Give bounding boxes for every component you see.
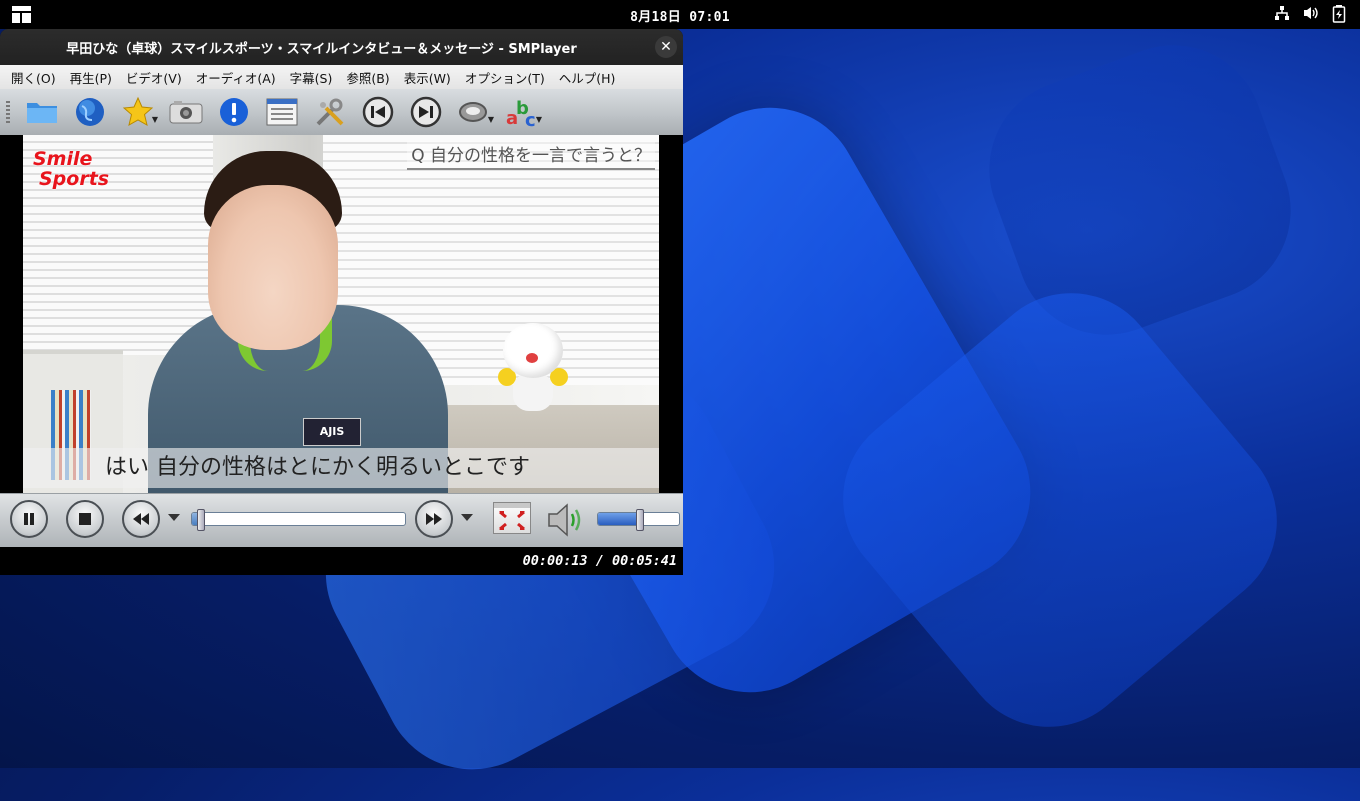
screenshot-icon — [169, 101, 203, 124]
forward-menu-chevron-icon[interactable] — [461, 514, 473, 521]
playlist-button[interactable] — [258, 92, 306, 132]
pause-button[interactable] — [10, 500, 48, 538]
fullscreen-button[interactable] — [493, 502, 531, 534]
control-bar — [0, 493, 683, 548]
seek-bar[interactable] — [191, 509, 406, 531]
open-url-button[interactable] — [66, 92, 114, 132]
fullscreen-icon — [494, 503, 530, 531]
favorites-button[interactable]: ▼ — [114, 92, 162, 132]
menu-browse[interactable]: 参照(B) — [339, 68, 396, 87]
clock[interactable]: 8月18日 07:01 — [0, 6, 1360, 25]
speaker-icon — [548, 503, 581, 537]
rewind-icon — [133, 513, 149, 525]
time-display: 00:00:13 / 00:05:41 — [522, 553, 677, 569]
subtitle-track-button[interactable]: abc ▼ — [498, 92, 546, 132]
subtitle-text: はい 自分の性格はとにかく明るいとこです — [23, 448, 659, 488]
menu-help[interactable]: ヘルプ(H) — [552, 68, 623, 87]
video-area[interactable]: AJIS Smile Sports Q 自分の性格を一言で言うと？ はい 自分の… — [0, 135, 683, 493]
next-button[interactable] — [402, 92, 450, 132]
wallpaper-shape — [963, 19, 1317, 361]
top-panel: 8月18日 07:01 — [0, 0, 1360, 29]
menu-audio[interactable]: オーディオ(A) — [189, 68, 283, 87]
screenshot-button[interactable] — [162, 92, 210, 132]
favorites-icon — [122, 96, 154, 126]
volume-slider[interactable] — [597, 509, 680, 531]
system-tray — [1274, 5, 1346, 23]
info-icon — [220, 98, 248, 126]
menu-open[interactable]: 開く(O) — [4, 68, 63, 87]
smplayer-window: 早田ひな（卓球）スマイルスポーツ・スマイルインタビュー＆メッセージ - SMPl… — [0, 29, 683, 575]
stop-button[interactable] — [66, 500, 104, 538]
title-bar[interactable]: 早田ひな（卓球）スマイルスポーツ・スマイルインタビュー＆メッセージ - SMPl… — [0, 29, 683, 65]
open-folder-button[interactable] — [18, 92, 66, 132]
mascot-plush — [498, 323, 568, 413]
status-bar: 00:00:13 / 00:05:41 — [0, 547, 683, 575]
menu-subtitles[interactable]: 字幕(S) — [283, 68, 340, 87]
rewind-menu-chevron-icon[interactable] — [168, 514, 180, 521]
info-button[interactable] — [210, 92, 258, 132]
volume-level — [598, 513, 639, 525]
toolbar: ▼ ▼ abc ▼ — [0, 89, 683, 136]
smile-sports-logo: Smile Sports — [33, 148, 110, 190]
menu-view[interactable]: 表示(W) — [397, 68, 458, 87]
playlist-icon — [266, 98, 298, 126]
video-frame: AJIS Smile Sports Q 自分の性格を一言で言うと？ はい 自分の… — [23, 135, 659, 493]
volume-icon[interactable] — [1302, 5, 1320, 21]
forward-icon — [426, 513, 442, 525]
open-folder-icon — [27, 103, 57, 123]
chevron-down-icon[interactable]: ▼ — [488, 115, 494, 124]
battery-icon[interactable] — [1332, 5, 1346, 23]
chevron-down-icon[interactable]: ▼ — [152, 115, 158, 124]
open-url-icon — [76, 98, 104, 126]
menu-video[interactable]: ビデオ(V) — [119, 68, 189, 87]
volume-handle[interactable] — [635, 509, 644, 531]
menu-play[interactable]: 再生(P) — [63, 68, 119, 87]
previous-icon — [362, 96, 394, 128]
toolbar-grip[interactable] — [6, 101, 10, 123]
seek-handle[interactable] — [197, 509, 206, 531]
network-icon[interactable] — [1274, 5, 1290, 21]
svg-text:c: c — [525, 110, 536, 128]
next-icon — [410, 96, 442, 128]
forward-button[interactable] — [415, 500, 453, 538]
chevron-down-icon[interactable]: ▼ — [536, 115, 542, 124]
window-title: 早田ひな（卓球）スマイルスポーツ・スマイルインタビュー＆メッセージ - SMPl… — [66, 42, 577, 57]
preferences-icon — [316, 98, 344, 126]
preferences-button[interactable] — [306, 92, 354, 132]
menu-options[interactable]: オプション(T) — [458, 68, 552, 87]
audio-track-icon — [459, 102, 487, 122]
stop-icon — [79, 513, 91, 525]
subtitle-track-icon: abc — [506, 98, 536, 128]
pause-icon — [24, 513, 34, 525]
previous-button[interactable] — [354, 92, 402, 132]
rewind-button[interactable] — [122, 500, 160, 538]
mute-button[interactable] — [546, 502, 586, 538]
audio-track-button[interactable]: ▼ — [450, 92, 498, 132]
sponsor-badge: AJIS — [303, 418, 361, 446]
close-button[interactable]: ✕ — [655, 36, 677, 58]
interviewee — [148, 151, 448, 493]
menu-bar: 開く(O) 再生(P) ビデオ(V) オーディオ(A) 字幕(S) 参照(B) … — [0, 65, 683, 89]
question-caption: Q 自分の性格を一言で言うと？ — [407, 141, 655, 170]
